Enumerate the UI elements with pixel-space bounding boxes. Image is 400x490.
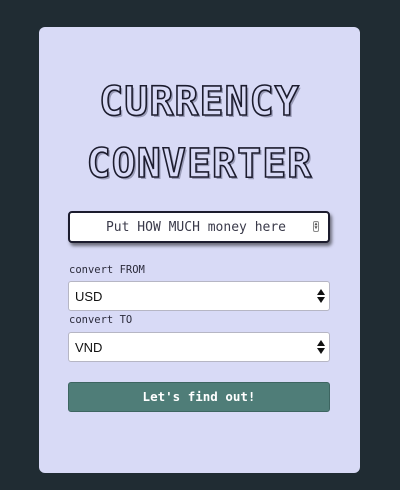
to-currency-value: VND: [75, 340, 103, 355]
to-currency-select[interactable]: VND: [68, 332, 330, 362]
from-label: convert FROM: [69, 264, 145, 276]
select-arrows-icon: [317, 340, 325, 354]
title-line-2: CONVERTER: [86, 140, 313, 188]
amount-field[interactable]: ▲▼: [68, 211, 330, 243]
number-stepper-icon[interactable]: ▲ ▼: [313, 221, 319, 232]
from-currency-value: USD: [75, 289, 103, 304]
amount-input[interactable]: [70, 213, 306, 241]
to-label: convert TO: [69, 314, 133, 326]
title-line-1: CURRENCY: [98, 78, 300, 126]
converter-card: CURRENCY CONVERTER ▲▼ convert FROM USD c…: [39, 27, 360, 473]
select-arrows-icon: [317, 289, 325, 303]
from-currency-select[interactable]: USD: [68, 281, 330, 311]
find-out-button[interactable]: Let's find out!: [68, 382, 330, 412]
